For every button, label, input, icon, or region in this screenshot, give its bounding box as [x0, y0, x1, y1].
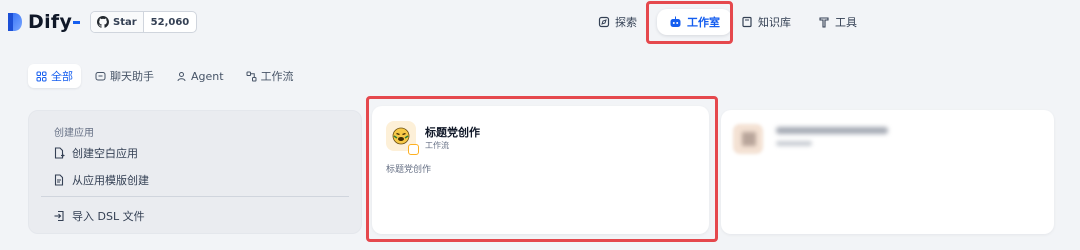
import-dsl-label: 导入 DSL 文件	[72, 210, 145, 223]
blurred-app-name	[776, 127, 888, 134]
github-star-label-group: Star	[91, 12, 144, 32]
blurred-app-icon-detail	[742, 132, 756, 146]
compass-icon	[598, 16, 610, 28]
file-text-icon	[54, 174, 64, 186]
create-divider	[41, 196, 349, 197]
tab-workflow-label: 工作流	[260, 70, 294, 83]
tab-chat-assistant[interactable]: 聊天助手	[87, 64, 162, 88]
create-app-title: 创建应用	[54, 128, 94, 139]
dify-logo-mark-icon	[6, 11, 24, 33]
star-label: Star	[113, 16, 137, 28]
tab-all-label: 全部	[51, 70, 73, 83]
book-icon	[742, 16, 752, 28]
import-dsl-button[interactable]: 导入 DSL 文件	[53, 208, 145, 224]
tab-agent[interactable]: Agent	[168, 64, 232, 88]
tab-chat-assistant-label: 聊天助手	[110, 70, 154, 83]
tab-workflow[interactable]: 工作流	[238, 64, 302, 88]
top-header: Dify Star 52,060 探索 工作室 知识库 工具	[0, 0, 1080, 46]
chat-icon	[95, 71, 106, 80]
logo-cursor	[73, 20, 81, 24]
create-app-card: 创建应用 创建空白应用 从应用模版创建 导入 DSL 文件	[28, 110, 362, 234]
file-plus-icon	[54, 147, 65, 159]
create-from-template-label: 从应用模版创建	[72, 174, 149, 187]
create-blank-app-button[interactable]: 创建空白应用	[53, 145, 138, 161]
create-blank-app-label: 创建空白应用	[72, 147, 138, 160]
blurred-app-card[interactable]	[721, 110, 1054, 234]
create-from-template-button[interactable]: 从应用模版创建	[53, 172, 149, 188]
nav-knowledge-label: 知识库	[758, 16, 791, 29]
dify-logo[interactable]: Dify	[6, 11, 81, 33]
workflow-icon	[246, 71, 257, 81]
star-count: 52,060	[150, 16, 190, 28]
blurred-app-type	[776, 141, 812, 146]
nav-tools[interactable]: 工具	[818, 8, 857, 36]
brand-name: Dify	[28, 11, 73, 33]
github-star-button[interactable]: Star 52,060	[90, 11, 198, 33]
hammer-icon	[819, 17, 829, 28]
tab-all[interactable]: 全部	[28, 64, 81, 88]
studio-highlight-box	[646, 1, 733, 44]
nav-tools-label: 工具	[835, 16, 857, 29]
agent-icon	[177, 71, 186, 81]
tab-agent-label: Agent	[191, 69, 224, 83]
app-card-highlight-box	[366, 96, 718, 242]
app-filter-tabs: 全部 聊天助手 Agent 工作流	[28, 64, 308, 88]
nav-explore-label: 探索	[615, 16, 637, 29]
grid-icon	[36, 71, 47, 81]
github-icon	[97, 16, 109, 28]
nav-explore[interactable]: 探索	[598, 8, 637, 36]
nav-knowledge[interactable]: 知识库	[741, 8, 791, 36]
import-icon	[54, 210, 64, 222]
